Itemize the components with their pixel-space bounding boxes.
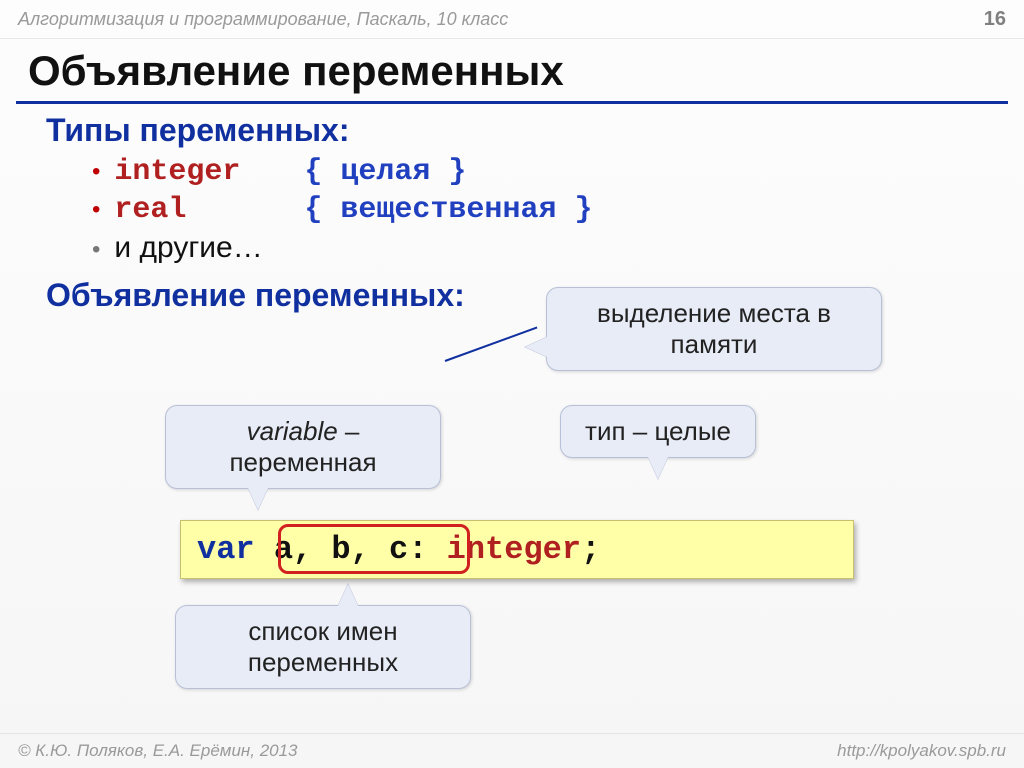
- bullet-icon: •: [92, 160, 100, 184]
- callout-tail-icon: [248, 488, 268, 510]
- callout-text: выделение места в памяти: [597, 298, 831, 359]
- callout-list: список имен переменных: [175, 605, 471, 689]
- course-label: Алгоритмизация и программирование, Паска…: [18, 9, 508, 30]
- callout-type: тип – целые: [560, 405, 756, 458]
- callout-tail-icon: [525, 337, 547, 357]
- types-list: • integer { целая } • real { вещественна…: [32, 155, 992, 265]
- content-area: Типы переменных: • integer { целая } • r…: [0, 112, 1024, 314]
- callout-text: тип – целые: [585, 416, 731, 446]
- page-number: 16: [984, 8, 1006, 31]
- footer-url: http://kpolyakov.spb.ru: [837, 741, 1006, 761]
- types-heading: Типы переменных:: [46, 112, 992, 149]
- connector-line: [445, 327, 538, 362]
- slide-title: Объявление переменных: [0, 39, 1024, 101]
- type-item-integer: • integer { целая }: [92, 155, 992, 189]
- callout-variable: variable – переменная: [165, 405, 441, 489]
- type-comment: { вещественная }: [304, 193, 592, 227]
- callout-text: список имен переменных: [248, 616, 398, 677]
- callout-memory: выделение места в памяти: [546, 287, 882, 371]
- code-keyword: var: [197, 531, 255, 568]
- callout-tail-icon: [338, 584, 358, 606]
- copyright: © К.Ю. Поляков, Е.А. Ерёмин, 2013: [18, 741, 298, 761]
- type-keyword: real: [114, 193, 304, 227]
- decl-heading: Объявление переменных:: [46, 277, 465, 314]
- title-rule: [16, 101, 1008, 104]
- type-keyword: integer: [114, 155, 304, 189]
- type-item-real: • real { вещественная }: [92, 193, 992, 227]
- code-semi: ;: [581, 531, 600, 568]
- type-comment: { целая }: [304, 155, 466, 189]
- footer-bar: © К.Ю. Поляков, Е.А. Ерёмин, 2013 http:/…: [0, 733, 1024, 768]
- bullet-icon: •: [92, 238, 100, 262]
- highlight-ring: [278, 524, 470, 574]
- callout-tail-icon: [648, 457, 668, 479]
- types-etc: и другие…: [114, 231, 262, 265]
- header-bar: Алгоритмизация и программирование, Паска…: [0, 0, 1024, 39]
- type-item-etc: • и другие…: [92, 231, 992, 265]
- callout-text-italic: variable: [247, 416, 338, 446]
- bullet-icon: •: [92, 198, 100, 222]
